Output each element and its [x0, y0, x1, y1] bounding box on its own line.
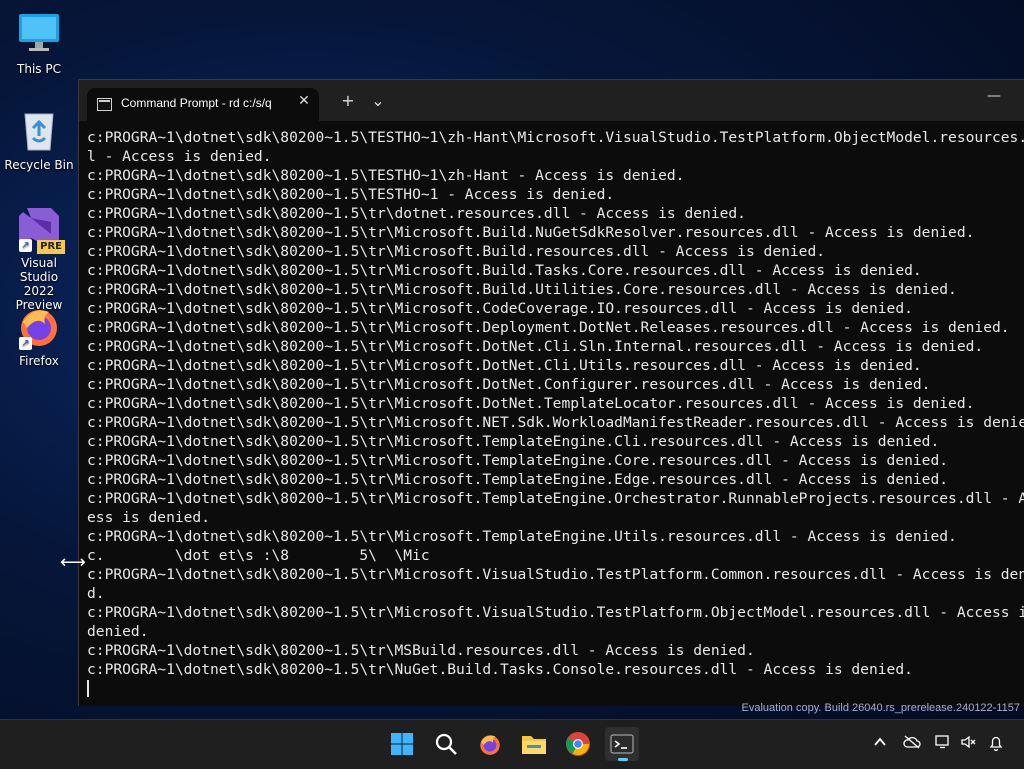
volume-muted-icon[interactable] — [961, 735, 977, 753]
tab-command-prompt[interactable]: Command Prompt - rd c:/s/q ✕ — [87, 88, 319, 121]
minimize-button[interactable]: — — [987, 88, 1001, 104]
search-icon — [435, 733, 457, 755]
new-tab-button[interactable]: + — [337, 92, 359, 110]
console-line: c:PROGRA~1\dotnet\sdk\80200~1.5\TESTHO~1… — [87, 167, 685, 184]
console-line: denied. — [87, 623, 149, 640]
chrome-icon — [566, 732, 590, 756]
active-indicator — [618, 758, 628, 761]
console-line: c:PROGRA~1\dotnet\sdk\80200~1.5\tr\Micro… — [87, 376, 931, 393]
console-line: ess is denied. — [87, 509, 211, 526]
console-line: c:PROGRA~1\dotnet\sdk\80200~1.5\tr\Micro… — [87, 338, 984, 355]
desktop-icon-label: Firefox — [19, 354, 59, 368]
console-line: c:PROGRA~1\dotnet\sdk\80200~1.5\tr\NuGet… — [87, 661, 913, 678]
title-bar[interactable]: Command Prompt - rd c:/s/q ✕ + ⌄ — — [79, 80, 1024, 121]
console-line: c:PROGRA~1\dotnet\sdk\80200~1.5\tr\Micro… — [87, 395, 975, 412]
console-line: c:PROGRA~1\dotnet\sdk\80200~1.5\tr\Micro… — [87, 452, 949, 469]
console-line: c:PROGRA~1\dotnet\sdk\80200~1.5\tr\Micro… — [87, 281, 957, 298]
shortcut-arrow-icon: ↗ — [19, 337, 32, 350]
tab-title: Command Prompt - rd c:/s/q — [121, 96, 272, 110]
folder-icon — [522, 736, 546, 754]
network-icon[interactable] — [935, 735, 951, 753]
chevron-up-icon[interactable] — [873, 735, 887, 753]
console-line: c:PROGRA~1\dotnet\sdk\80200~1.5\tr\Micro… — [87, 224, 975, 241]
terminal-icon — [610, 734, 634, 754]
console-line: c:PROGRA~1\dotnet\sdk\80200~1.5\tr\Micro… — [87, 319, 1010, 336]
console-line: c:PROGRA~1\dotnet\sdk\80200~1.5\tr\MSBui… — [87, 642, 755, 659]
desktop-icon-visual-studio[interactable]: PRE ↗ Visual Studio 2022 Preview — [2, 204, 76, 312]
start-button[interactable] — [385, 727, 419, 761]
console-line: l - Access is denied. — [87, 148, 272, 165]
chevron-down-icon[interactable]: ⌄ — [367, 92, 389, 110]
windows-logo-icon — [391, 733, 413, 755]
console-line: c:PROGRA~1\dotnet\sdk\80200~1.5\tr\Micro… — [87, 414, 1024, 431]
firefox-icon: ↗ — [15, 302, 63, 350]
console-line: c:PROGRA~1\dotnet\sdk\80200~1.5\tr\Micro… — [87, 357, 922, 374]
monitor-icon — [15, 10, 63, 58]
console-line: c:PROGRA~1\dotnet\sdk\80200~1.5\tr\Micro… — [87, 490, 1024, 507]
taskbar-file-explorer[interactable] — [517, 727, 551, 761]
terminal-window[interactable]: Command Prompt - rd c:/s/q ✕ + ⌄ — c:PRO… — [78, 79, 1024, 706]
console-line: c:PROGRA~1\dotnet\sdk\80200~1.5\TESTHO~1… — [87, 186, 615, 203]
console-line: c:PROGRA~1\dotnet\sdk\80200~1.5\tr\Micro… — [87, 528, 957, 545]
console-prompt-line[interactable] — [87, 679, 1024, 698]
console-line: c:PROGRA~1\dotnet\sdk\80200~1.5\tr\Micro… — [87, 243, 826, 260]
taskbar-chrome[interactable] — [561, 727, 595, 761]
close-tab-icon[interactable]: ✕ — [295, 93, 313, 109]
console-output[interactable]: c:PROGRA~1\dotnet\sdk\80200~1.5\TESTHO~1… — [87, 128, 1024, 706]
visual-studio-icon: PRE ↗ — [15, 204, 65, 254]
desktop-icon-recycle-bin[interactable]: Recycle Bin — [2, 106, 76, 172]
desktop-icon-label: Recycle Bin — [4, 158, 74, 172]
desktop-icon-firefox[interactable]: ↗ Firefox — [2, 302, 76, 368]
console-line: c:PROGRA~1\dotnet\sdk\80200~1.5\tr\dotne… — [87, 205, 746, 222]
shortcut-arrow-icon: ↗ — [19, 239, 32, 252]
taskbar-terminal[interactable] — [605, 727, 639, 761]
taskbar — [0, 719, 1024, 769]
recycle-bin-icon — [15, 106, 63, 154]
command-prompt-icon — [97, 98, 112, 111]
search-button[interactable] — [429, 727, 463, 761]
console-line: c:PROGRA~1\dotnet\sdk\80200~1.5\tr\Micro… — [87, 566, 1024, 583]
text-cursor — [87, 680, 89, 697]
console-line: c:PROGRA~1\dotnet\sdk\80200~1.5\tr\Micro… — [87, 300, 913, 317]
console-line: c. \dot et\s :\8 5\ \Mic — [87, 547, 430, 564]
console-line: c:PROGRA~1\dotnet\sdk\80200~1.5\tr\Micro… — [87, 471, 949, 488]
console-line: c:PROGRA~1\dotnet\sdk\80200~1.5\TESTHO~1… — [87, 129, 1024, 146]
desktop-icon-this-pc[interactable]: This PC — [2, 10, 76, 76]
resize-cursor-icon: ⟷ — [60, 552, 86, 573]
console-line: c:PROGRA~1\dotnet\sdk\80200~1.5\tr\Micro… — [87, 604, 1024, 621]
console-line: c:PROGRA~1\dotnet\sdk\80200~1.5\tr\Micro… — [87, 433, 940, 450]
desktop-icon-label: This PC — [17, 62, 61, 76]
cloud-offline-icon[interactable] — [903, 735, 921, 753]
console-line: c:PROGRA~1\dotnet\sdk\80200~1.5\tr\Micro… — [87, 262, 922, 279]
evaluation-watermark: Evaluation copy. Build 26040.rs_prerelea… — [741, 702, 1020, 714]
console-line: d. — [87, 585, 105, 602]
firefox-icon — [480, 735, 500, 755]
notification-bell-icon[interactable] — [989, 735, 1003, 755]
pre-badge: PRE — [37, 240, 65, 254]
taskbar-firefox[interactable] — [473, 727, 507, 761]
